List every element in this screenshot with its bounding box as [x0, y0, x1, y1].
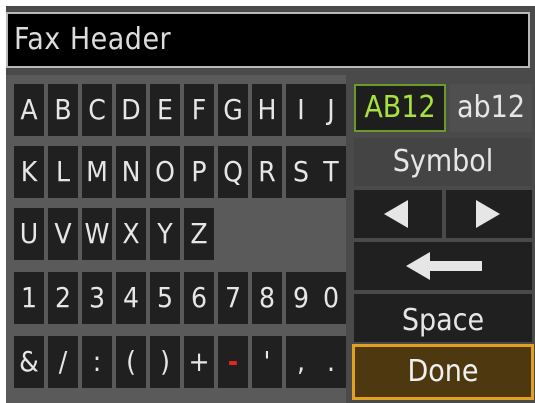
key-S[interactable]: S — [286, 146, 316, 198]
key-E[interactable]: E — [150, 84, 180, 136]
key-P[interactable]: P — [184, 146, 214, 198]
key-6[interactable]: 6 — [184, 272, 214, 324]
space-label: Space — [401, 303, 485, 338]
key-A[interactable]: A — [14, 84, 44, 136]
symbol-label: Symbol — [392, 144, 494, 179]
key-D[interactable]: D — [116, 84, 146, 136]
backspace-arrow-icon — [406, 252, 484, 280]
key-2[interactable]: 2 — [48, 272, 78, 324]
key-J[interactable]: J — [316, 84, 346, 136]
key-M[interactable]: M — [82, 146, 112, 198]
key-slash[interactable]: / — [48, 336, 78, 388]
key-X[interactable]: X — [116, 208, 146, 260]
done-button[interactable]: Done — [352, 344, 534, 400]
input-field[interactable]: Fax Header — [6, 12, 530, 68]
key-R[interactable]: R — [252, 146, 282, 198]
key-period[interactable]: . — [316, 336, 346, 388]
key-Q[interactable]: Q — [218, 146, 248, 198]
key-T[interactable]: T — [316, 146, 346, 198]
key-8[interactable]: 8 — [252, 272, 282, 324]
key-U[interactable]: U — [14, 208, 44, 260]
lowercase-mode-label: ab12 — [456, 90, 525, 125]
key-B[interactable]: B — [48, 84, 78, 136]
key-C[interactable]: C — [82, 84, 112, 136]
key-L[interactable]: L — [48, 146, 78, 198]
key-H[interactable]: H — [252, 84, 282, 136]
key-Y[interactable]: Y — [150, 208, 180, 260]
key-O[interactable]: O — [150, 146, 180, 198]
uppercase-mode-button[interactable]: AB12 — [354, 84, 446, 132]
key-apostrophe[interactable]: ' — [252, 336, 282, 388]
done-label: Done — [407, 354, 479, 389]
key-4[interactable]: 4 — [116, 272, 146, 324]
key-close-paren[interactable]: ) — [150, 336, 180, 388]
key-F[interactable]: F — [184, 84, 214, 136]
key-1[interactable]: 1 — [14, 272, 44, 324]
key-minus[interactable]: - — [218, 336, 248, 388]
key-0[interactable]: 0 — [316, 272, 346, 324]
key-K[interactable]: K — [14, 146, 44, 198]
key-3[interactable]: 3 — [82, 272, 112, 324]
key-ampersand[interactable]: & — [14, 336, 44, 388]
key-V[interactable]: V — [48, 208, 78, 260]
cursor-left-button[interactable] — [354, 190, 442, 238]
key-G[interactable]: G — [218, 84, 248, 136]
lowercase-mode-button[interactable]: ab12 — [450, 84, 532, 132]
key-5[interactable]: 5 — [150, 272, 180, 324]
backspace-button[interactable] — [354, 242, 532, 290]
left-triangle-icon — [384, 200, 408, 228]
key-W[interactable]: W — [82, 208, 112, 260]
key-7[interactable]: 7 — [218, 272, 248, 324]
key-Z[interactable]: Z — [184, 208, 214, 260]
right-triangle-icon — [476, 200, 500, 228]
key-N[interactable]: N — [116, 146, 146, 198]
field-label: Fax Header — [14, 22, 172, 57]
cursor-right-button[interactable] — [446, 190, 532, 238]
key-comma[interactable]: , — [286, 336, 316, 388]
key-plus[interactable]: + — [184, 336, 214, 388]
space-button[interactable]: Space — [354, 294, 532, 342]
uppercase-mode-label: AB12 — [364, 90, 436, 125]
symbol-button[interactable]: Symbol — [354, 138, 532, 186]
key-colon[interactable]: : — [82, 336, 112, 388]
key-9[interactable]: 9 — [286, 272, 316, 324]
key-I[interactable]: I — [286, 84, 316, 136]
key-open-paren[interactable]: ( — [116, 336, 146, 388]
